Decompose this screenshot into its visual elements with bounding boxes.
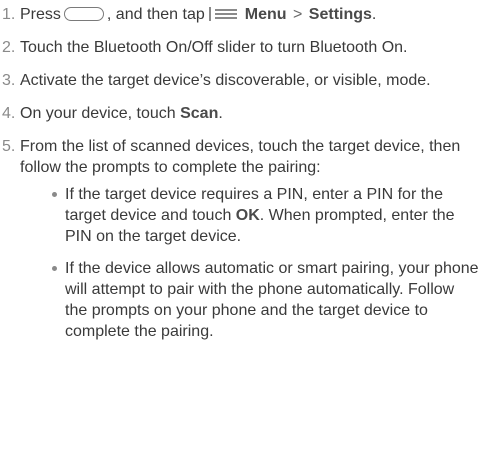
step-2: 2. Touch the Bluetooth On/Off slider to … xyxy=(0,37,480,58)
menu-key-icon xyxy=(208,6,239,21)
bullet-dot xyxy=(52,266,57,271)
scan-label: Scan xyxy=(180,105,219,122)
step-text: From the list of scanned devices, touch … xyxy=(20,138,461,176)
step-number: 5. xyxy=(2,138,16,155)
bullet-text: If the device allows automatic or smart … xyxy=(65,260,479,340)
step-number: 1. xyxy=(2,6,16,23)
step-text-lead: On your device, touch xyxy=(20,105,181,122)
step-text-period: . xyxy=(218,105,223,122)
step-text: Activate the target device’s discoverabl… xyxy=(20,72,431,89)
bullet-item-auto-pairing: If the device allows automatic or smart … xyxy=(20,258,480,342)
step-5: 5. From the list of scanned devices, tou… xyxy=(0,136,480,342)
step-text: Press , and then tap Menu > Settings. xyxy=(20,4,480,25)
bullet-list: If the target device requires a PIN, ent… xyxy=(20,184,480,342)
home-key-icon xyxy=(63,6,104,21)
step-text-then-tap: , and then tap xyxy=(106,6,205,23)
menu-separator: > xyxy=(293,6,303,23)
ok-label: OK xyxy=(235,207,260,224)
step-text-press: Press xyxy=(20,6,61,23)
step-number: 2. xyxy=(2,39,16,56)
menu-label: Menu xyxy=(244,6,287,23)
step-3: 3. Activate the target device’s discover… xyxy=(0,70,480,91)
bullet-item-pin: If the target device requires a PIN, ent… xyxy=(20,184,480,247)
settings-label: Settings xyxy=(308,6,372,23)
step-4: 4. On your device, touch Scan. xyxy=(0,103,480,124)
step-number: 4. xyxy=(2,105,16,122)
step-1: 1. Press , and then tap Menu > Settings. xyxy=(0,4,480,25)
step-text: Touch the Bluetooth On/Off slider to tur… xyxy=(20,39,408,56)
bullet-dot xyxy=(52,192,57,197)
instruction-page: 1. Press , and then tap Menu > Settings. 2… xyxy=(0,0,489,467)
step-number: 3. xyxy=(2,72,16,89)
step-text: On your device, touch Scan. xyxy=(20,103,480,124)
step-text-period: . xyxy=(371,6,377,23)
